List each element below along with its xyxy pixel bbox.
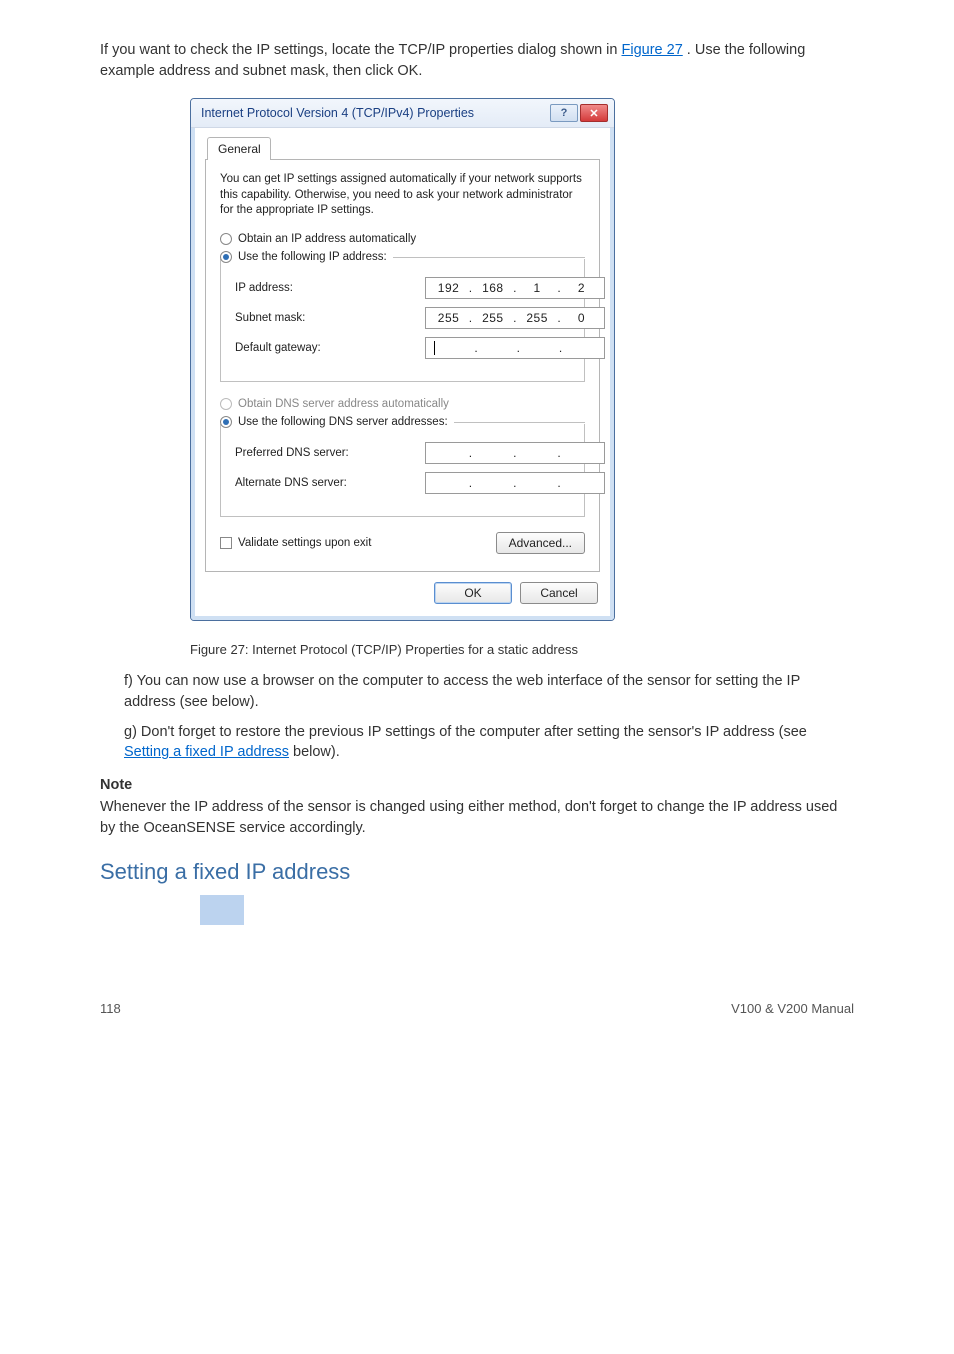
label-subnet-mask: Subnet mask: [235, 312, 425, 324]
ip-fieldset: IP address: 192. 168. 1. 2 Subnet mask: [220, 259, 585, 382]
radio-label: Obtain an IP address automatically [238, 233, 416, 245]
page-color-tag [200, 895, 244, 925]
radio-obtain-dns-auto: Obtain DNS server address automatically [220, 398, 585, 410]
step-g-suffix: below). [293, 744, 340, 760]
checkbox-icon [220, 537, 232, 549]
radio-label: Obtain DNS server address automatically [238, 398, 449, 410]
note-title: Note [100, 777, 854, 793]
label-preferred-dns: Preferred DNS server: [235, 447, 425, 459]
tcpip-dialog: Internet Protocol Version 4 (TCP/IPv4) P… [190, 98, 615, 621]
tab-panel-general: You can get IP settings assigned automat… [205, 159, 600, 572]
checkbox-label: Validate settings upon exit [238, 537, 371, 549]
note-box: Note Whenever the IP address of the sens… [100, 777, 854, 839]
preferred-dns-input[interactable]: . . . [425, 442, 605, 464]
label-alternate-dns: Alternate DNS server: [235, 477, 425, 489]
radio-obtain-ip-auto[interactable]: Obtain an IP address automatically [220, 233, 585, 245]
step-g-prefix: g) Don't forget to restore the previous … [124, 724, 807, 740]
dialog-title: Internet Protocol Version 4 (TCP/IPv4) P… [201, 106, 474, 120]
dialog-screenshot: Internet Protocol Version 4 (TCP/IPv4) P… [190, 98, 854, 621]
radio-icon [220, 233, 232, 245]
step-g: g) Don't forget to restore the previous … [124, 722, 854, 763]
footer-doc-title: V100 & V200 Manual [731, 1001, 854, 1016]
step-g-link[interactable]: Setting a fixed IP address [124, 744, 289, 760]
advanced-button[interactable]: Advanced... [496, 532, 585, 554]
dialog-body: General You can get IP settings assigned… [191, 128, 614, 620]
intro-paragraph: If you want to check the IP settings, lo… [100, 40, 854, 82]
dialog-titlebar: Internet Protocol Version 4 (TCP/IPv4) P… [191, 99, 614, 128]
radio-use-ip-label[interactable]: Use the following IP address: [238, 251, 387, 263]
validate-settings-checkbox[interactable]: Validate settings upon exit [220, 537, 371, 549]
footer-page-number: 118 [100, 1001, 121, 1016]
tab-general[interactable]: General [207, 137, 271, 160]
label-ip-address: IP address: [235, 282, 425, 294]
label-default-gateway: Default gateway: [235, 342, 425, 354]
dialog-description: You can get IP settings assigned automat… [220, 172, 585, 219]
ok-button[interactable]: OK [434, 582, 512, 604]
step-f: f) You can now use a browser on the comp… [124, 671, 854, 712]
page-footer: 118 V100 & V200 Manual [100, 983, 854, 1016]
close-icon[interactable]: ✕ [580, 104, 608, 122]
radio-icon [220, 251, 232, 263]
figure-caption: Figure 27: Internet Protocol (TCP/IP) Pr… [190, 641, 854, 660]
cancel-button[interactable]: Cancel [520, 582, 598, 604]
radio-icon [220, 416, 232, 428]
help-icon[interactable]: ? [550, 104, 578, 122]
figure-link[interactable]: Figure 27 [622, 42, 683, 58]
para1-before: If you want to check the IP settings, lo… [100, 42, 622, 58]
radio-icon [220, 398, 232, 410]
alternate-dns-input[interactable]: . . . [425, 472, 605, 494]
subnet-mask-input[interactable]: 255. 255. 255. 0 [425, 307, 605, 329]
radio-use-dns-label[interactable]: Use the following DNS server addresses: [238, 416, 448, 428]
ip-address-input[interactable]: 192. 168. 1. 2 [425, 277, 605, 299]
note-body: Whenever the IP address of the sensor is… [100, 797, 854, 839]
section-heading-fixed-ip: Setting a fixed IP address [100, 859, 854, 885]
default-gateway-input[interactable]: . . . [425, 337, 605, 359]
dns-fieldset: Preferred DNS server: . . . Alternate DN… [220, 424, 585, 517]
